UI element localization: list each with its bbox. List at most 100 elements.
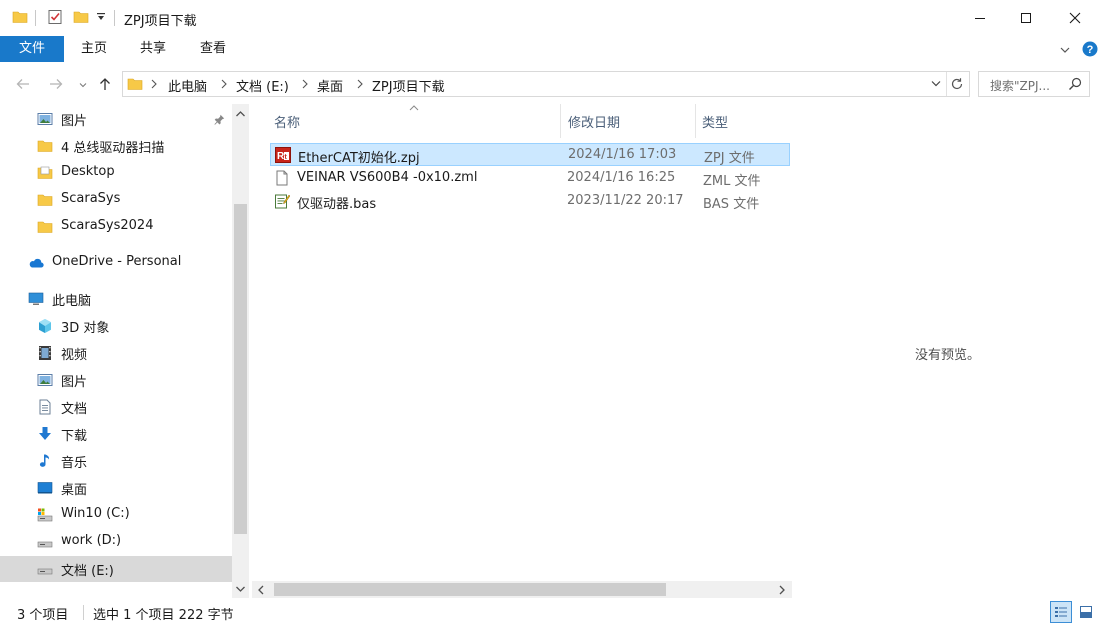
- breadcrumb-drive-e[interactable]: 文档 (E:): [236, 76, 289, 95]
- scroll-right-icon[interactable]: [778, 585, 786, 595]
- navigation-pane-scrollbar[interactable]: [232, 104, 249, 598]
- scrollbar-thumb[interactable]: [274, 583, 666, 596]
- back-button[interactable]: [14, 75, 32, 93]
- nav-item-pictures-quick[interactable]: 图片: [0, 106, 232, 132]
- details-view-button[interactable]: [1050, 601, 1072, 623]
- pin-icon[interactable]: [214, 114, 225, 125]
- large-icons-view-button[interactable]: [1075, 601, 1097, 623]
- folder-icon: [37, 194, 53, 206]
- nav-item-desktop[interactable]: 桌面: [0, 475, 232, 501]
- forward-button[interactable]: [47, 75, 65, 93]
- nav-item-desktop-folder[interactable]: Desktop: [0, 160, 232, 186]
- column-header-date[interactable]: 修改日期: [568, 112, 620, 131]
- nav-item-music[interactable]: 音乐: [0, 448, 232, 474]
- zpj-file-icon: Rt: [275, 147, 291, 163]
- separator: [83, 605, 84, 620]
- nav-item-scarasys[interactable]: ScaraSys: [0, 187, 232, 213]
- file-list-scrollbar[interactable]: [252, 581, 792, 598]
- search-icon[interactable]: [1068, 77, 1082, 91]
- chevron-right-icon[interactable]: [301, 77, 309, 91]
- up-button[interactable]: [96, 75, 114, 93]
- minimize-button[interactable]: [957, 0, 1003, 36]
- nav-item-onedrive[interactable]: OneDrive - Personal: [0, 250, 232, 276]
- nav-item-3d-objects[interactable]: 3D 对象: [0, 313, 232, 339]
- file-list: 名称 修改日期 类型 Rt EtherCAT初始化.zpj 2024/1/16 …: [252, 104, 792, 598]
- file-row-zml[interactable]: VEINAR VS600B4 -0x10.zml 2024/1/16 16:25…: [270, 167, 790, 190]
- nav-item-documents[interactable]: 文档: [0, 394, 232, 420]
- item-count: 3 个项目: [17, 608, 69, 623]
- arrow-left-icon: [16, 79, 29, 89]
- separator: [114, 10, 115, 26]
- window-title: ZPJ项目下载: [124, 14, 197, 29]
- customize-toolbar-icon[interactable]: [96, 12, 106, 22]
- refresh-icon[interactable]: [950, 77, 964, 91]
- pictures-icon: [37, 113, 53, 125]
- help-icon[interactable]: ?: [1082, 41, 1098, 57]
- file-row-bas[interactable]: 仅驱动器.bas 2023/11/22 20:17 BAS 文件: [270, 190, 790, 213]
- column-header-type[interactable]: 类型: [702, 112, 728, 131]
- search-input[interactable]: 搜索"ZPJ...: [990, 77, 1050, 94]
- music-icon: [39, 454, 50, 467]
- arrow-up-icon: [100, 78, 110, 90]
- folder-doc-icon: [37, 166, 53, 179]
- chevron-right-icon[interactable]: [356, 77, 364, 91]
- tab-file[interactable]: 文件: [0, 36, 64, 62]
- selection-info: 选中 1 个项目 222 字节: [93, 608, 234, 623]
- tab-home[interactable]: 主页: [70, 36, 118, 62]
- onedrive-icon: [29, 258, 44, 268]
- nav-item-drive-d[interactable]: work (D:): [0, 529, 232, 555]
- chevron-right-icon[interactable]: [150, 77, 158, 91]
- column-divider[interactable]: [560, 104, 561, 138]
- system-drive-icon: [37, 508, 53, 522]
- desktop-icon: [37, 482, 53, 494]
- close-button[interactable]: [1052, 0, 1098, 36]
- tab-view[interactable]: 查看: [189, 36, 237, 62]
- address-bar[interactable]: 此电脑 文档 (E:) 桌面 ZPJ项目下载: [122, 71, 970, 97]
- svg-text:?: ?: [1087, 44, 1094, 56]
- sort-ascending-icon: [409, 105, 419, 111]
- nav-item-drive-c[interactable]: Win10 (C:): [0, 502, 232, 528]
- arrow-right-icon: [50, 79, 63, 89]
- nav-item-scarasys2024[interactable]: ScaraSys2024: [0, 214, 232, 240]
- scroll-down-icon[interactable]: [235, 585, 246, 593]
- status-bar: 3 个项目 选中 1 个项目 222 字节: [0, 598, 1103, 627]
- documents-icon: [39, 399, 51, 415]
- properties-icon[interactable]: [47, 9, 63, 25]
- pc-icon: [28, 292, 44, 305]
- nav-item-downloads[interactable]: 下载: [0, 421, 232, 447]
- bas-file-icon: [275, 194, 290, 209]
- preview-message: 没有预览。: [915, 348, 981, 363]
- file-row-zpj[interactable]: Rt EtherCAT初始化.zpj 2024/1/16 17:03 ZPJ 文…: [270, 143, 790, 166]
- chevron-right-icon[interactable]: [220, 77, 228, 91]
- separator: [946, 72, 947, 96]
- column-divider[interactable]: [695, 104, 696, 138]
- scroll-up-icon[interactable]: [235, 110, 246, 118]
- maximize-button[interactable]: [1003, 0, 1049, 36]
- navigation-pane: 图片 4 总线驱动器扫描 Desktop ScaraSys ScaraSys20…: [0, 104, 250, 598]
- nav-item-videos[interactable]: 视频: [0, 340, 232, 366]
- nav-item-pictures[interactable]: 图片: [0, 367, 232, 393]
- breadcrumb-this-pc[interactable]: 此电脑: [168, 76, 207, 95]
- title-bar: ZPJ项目下载: [0, 0, 1103, 36]
- details-view-icon: [1055, 607, 1067, 617]
- pictures-icon: [37, 374, 53, 386]
- column-header-name[interactable]: 名称: [274, 112, 300, 131]
- nav-item-bus-driver-scan[interactable]: 4 总线驱动器扫描: [0, 133, 232, 159]
- nav-item-drive-e[interactable]: 文档 (E:): [0, 556, 232, 582]
- scrollbar-thumb[interactable]: [234, 204, 247, 534]
- recent-locations-icon[interactable]: [79, 81, 87, 89]
- 3d-objects-icon: [39, 319, 51, 333]
- address-history-icon[interactable]: [931, 80, 941, 88]
- new-folder-icon[interactable]: [73, 9, 89, 25]
- breadcrumb-desktop[interactable]: 桌面: [317, 76, 343, 95]
- scroll-left-icon[interactable]: [257, 585, 265, 595]
- breadcrumb-current-folder[interactable]: ZPJ项目下载: [372, 76, 445, 95]
- tab-share[interactable]: 共享: [129, 36, 177, 62]
- text-file-icon: [276, 170, 288, 186]
- ribbon-tabs: 文件 主页 共享 查看 ?: [0, 36, 1103, 62]
- search-box[interactable]: 搜索"ZPJ...: [978, 71, 1090, 97]
- chevron-down-icon[interactable]: [1059, 44, 1071, 56]
- large-icons-view-icon: [1080, 606, 1092, 618]
- separator: [35, 10, 36, 26]
- nav-item-this-pc[interactable]: 此电脑: [0, 286, 232, 312]
